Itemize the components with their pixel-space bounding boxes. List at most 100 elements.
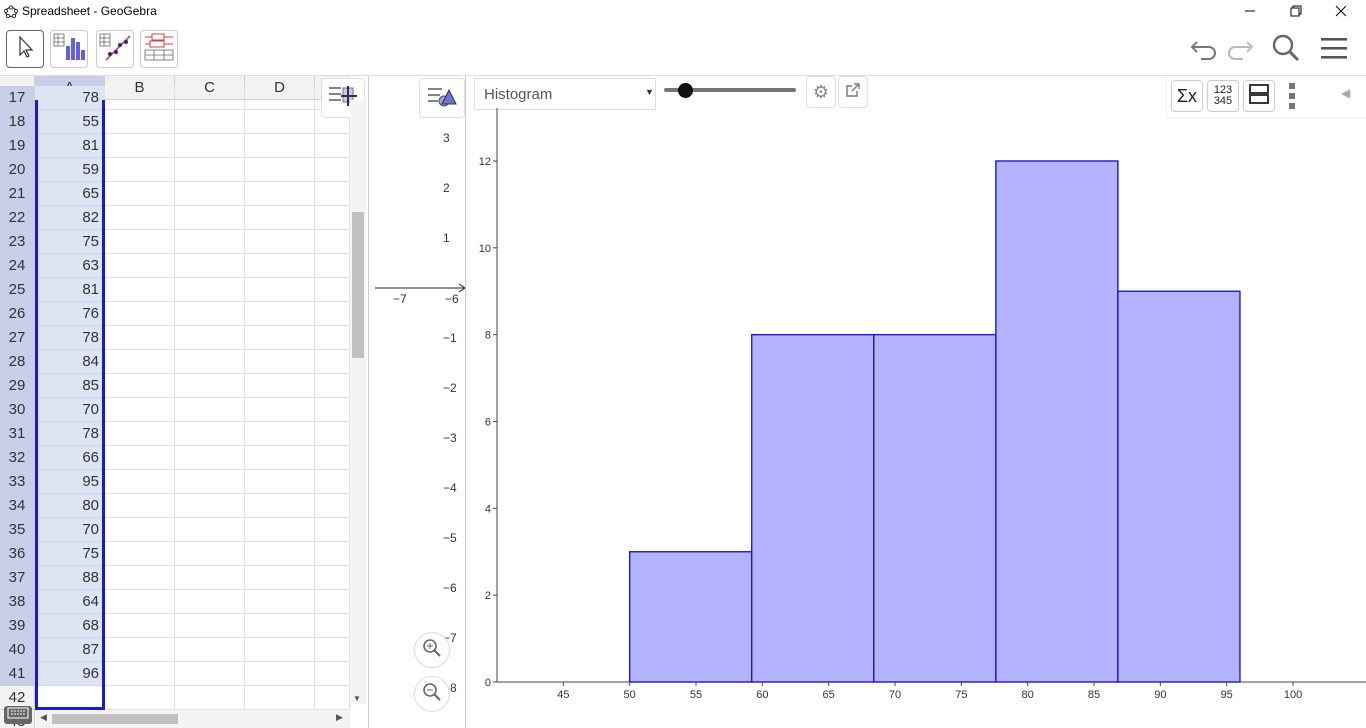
cell[interactable] [175,302,245,326]
cell[interactable] [105,302,175,326]
cell[interactable] [315,542,350,566]
cell[interactable] [105,686,175,710]
cell[interactable] [245,158,315,182]
close-window-button[interactable] [1318,0,1364,22]
row-header[interactable]: 36 [0,542,35,566]
cell[interactable] [175,110,245,134]
vertical-scrollbar-thumb[interactable] [352,212,364,358]
cell[interactable] [315,398,350,422]
row-header[interactable]: 24 [0,254,35,278]
scroll-right-arrow-icon[interactable]: ▶ [336,712,343,723]
cell[interactable] [105,638,175,662]
cell[interactable] [245,494,315,518]
cell[interactable] [245,302,315,326]
cell[interactable] [315,470,350,494]
cell[interactable] [175,422,245,446]
cell[interactable] [245,278,315,302]
cell[interactable] [245,350,315,374]
cell[interactable] [175,446,245,470]
cell[interactable] [105,566,175,590]
cell[interactable] [105,182,175,206]
cell[interactable] [245,398,315,422]
cell[interactable] [105,518,175,542]
multiple-variable-analysis-button[interactable] [140,30,178,68]
cell[interactable] [175,158,245,182]
histogram-chart[interactable]: 45 50 55 60 65 70 75 80 85 90 95 100 0 2 4 6 8 10 12 [470,76,1366,728]
one-variable-analysis-button[interactable] [50,30,88,68]
cell[interactable] [245,518,315,542]
move-tool-button[interactable] [6,30,44,68]
cell[interactable] [315,350,350,374]
cell[interactable] [105,254,175,278]
cell[interactable] [315,638,350,662]
cell[interactable] [245,182,315,206]
row-header[interactable]: 33 [0,470,35,494]
cell[interactable] [175,278,245,302]
cell[interactable] [175,638,245,662]
cell-a[interactable]: 78 [35,422,105,446]
main-menu-button[interactable] [1316,32,1352,68]
cell[interactable] [175,206,245,230]
cell-a[interactable]: 78 [35,86,105,110]
cell[interactable] [175,566,245,590]
cell[interactable] [105,614,175,638]
cell-a[interactable]: 76 [35,302,105,326]
keyboard-button[interactable] [4,706,32,724]
row-header[interactable]: 32 [0,446,35,470]
cell[interactable] [105,422,175,446]
cell[interactable] [245,566,315,590]
horizontal-scrollbar-thumb[interactable] [52,714,178,724]
cell[interactable] [315,158,350,182]
cell[interactable] [175,86,245,110]
cell[interactable] [315,566,350,590]
cell[interactable] [315,614,350,638]
cell[interactable] [245,470,315,494]
cell-a[interactable]: 63 [35,254,105,278]
cell[interactable] [245,614,315,638]
graphics-view[interactable]: 3 2 1 −1 −2 −3 −4 −5 −6 −7 −8 −7 −6 [368,76,466,728]
cell[interactable] [245,422,315,446]
cell[interactable] [315,422,350,446]
cell[interactable] [105,110,175,134]
cell[interactable] [105,446,175,470]
row-header[interactable]: 17 [0,86,35,110]
cell[interactable] [245,254,315,278]
cell-a[interactable]: 70 [35,398,105,422]
row-header[interactable]: 21 [0,182,35,206]
cell[interactable] [245,86,315,110]
cell-a[interactable]: 75 [35,542,105,566]
cell[interactable] [175,326,245,350]
cell[interactable] [175,686,245,710]
cell[interactable] [315,446,350,470]
two-variable-regression-button[interactable] [96,30,134,68]
cell[interactable] [175,398,245,422]
cell-a[interactable]: 96 [35,662,105,686]
row-header[interactable]: 34 [0,494,35,518]
cell[interactable] [245,542,315,566]
cell[interactable] [105,230,175,254]
cell[interactable] [175,518,245,542]
cell-a[interactable]: 87 [35,638,105,662]
cell[interactable] [175,590,245,614]
row-header[interactable]: 18 [0,110,35,134]
row-header[interactable]: 39 [0,614,35,638]
cell-a[interactable]: 59 [35,158,105,182]
cell-a[interactable]: 75 [35,230,105,254]
cell[interactable] [105,590,175,614]
cell[interactable] [175,350,245,374]
cell[interactable] [245,206,315,230]
cell-a[interactable]: 84 [35,350,105,374]
cell[interactable] [105,350,175,374]
cell[interactable] [175,662,245,686]
cell[interactable] [315,206,350,230]
row-header[interactable]: 35 [0,518,35,542]
cell[interactable] [315,326,350,350]
cell[interactable] [315,494,350,518]
scroll-down-arrow-icon[interactable]: ▼ [353,694,361,703]
cell-a[interactable] [35,686,105,710]
cell[interactable] [105,542,175,566]
cell[interactable] [245,686,315,710]
cell[interactable] [105,374,175,398]
cell-a[interactable]: 68 [35,614,105,638]
cell[interactable] [105,86,175,110]
